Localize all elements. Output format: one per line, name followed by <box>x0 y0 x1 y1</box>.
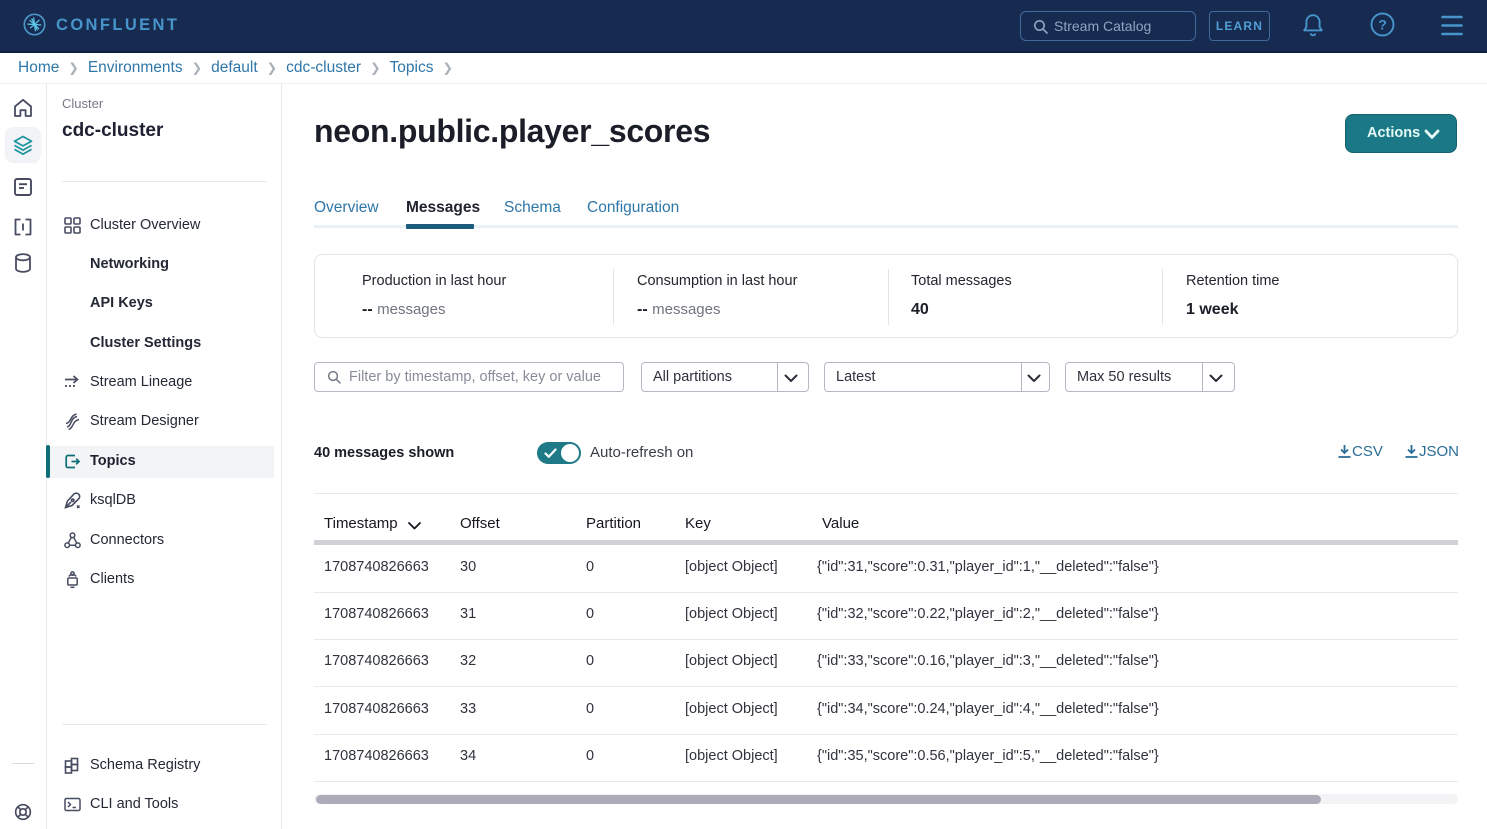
svg-text:?: ? <box>1378 16 1387 32</box>
